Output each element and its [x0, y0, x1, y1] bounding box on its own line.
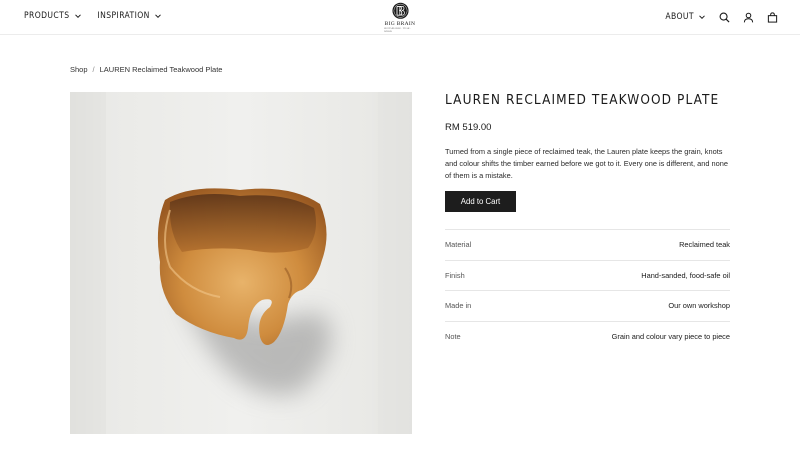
brand-logo[interactable]: BIG BRAIN SUSTAINABLE · TEAK · WOOD — [384, 2, 416, 33]
search-icon — [719, 12, 730, 23]
logo-mark-icon — [391, 2, 409, 19]
account-button[interactable] — [742, 11, 754, 23]
product-image[interactable] — [70, 92, 412, 434]
search-button[interactable] — [718, 11, 730, 23]
nav-about-label: ABOUT — [665, 12, 694, 22]
chevron-down-icon — [74, 14, 81, 19]
spec-row-finish: Finish Hand-sanded, food-safe oil — [445, 261, 730, 291]
spec-label: Note — [445, 332, 461, 342]
spec-row-note: Note Grain and colour vary piece to piec… — [445, 322, 730, 353]
logo-tagline: SUSTAINABLE · TEAK · WOOD — [384, 27, 412, 33]
spec-value: Reclaimed teak — [679, 240, 730, 250]
breadcrumb: Shop / LAUREN Reclaimed Teakwood Plate — [70, 65, 222, 74]
logo-text: BIG BRAIN — [384, 20, 416, 27]
spec-value: Grain and colour vary piece to piece — [611, 332, 730, 342]
spec-value: Our own workshop — [668, 301, 730, 311]
cart-icon — [767, 11, 777, 23]
product-specs: Material Reclaimed teak Finish Hand-sand… — [445, 229, 730, 352]
nav-products-label: PRODUCTS — [24, 11, 70, 21]
nav-products[interactable]: PRODUCTS — [24, 11, 82, 21]
product-description: Turned from a single piece of reclaimed … — [445, 147, 728, 180]
utility-nav: ABOUT — [665, 11, 778, 23]
spec-row-made-in: Made in Our own workshop — [445, 291, 730, 322]
breadcrumb-shop-link[interactable]: Shop — [70, 65, 88, 74]
spec-label: Finish — [445, 270, 465, 280]
product-title: LAUREN RECLAIMED TEAKWOOD PLATE — [445, 92, 720, 108]
spec-value: Hand-sanded, food-safe oil — [641, 270, 730, 280]
breadcrumb-separator: / — [92, 65, 95, 74]
chevron-down-icon — [154, 14, 161, 19]
nav-inspiration[interactable]: INSPIRATION — [98, 11, 162, 21]
primary-nav: PRODUCTS INSPIRATION — [24, 11, 162, 21]
chevron-down-icon — [699, 15, 705, 20]
site-header: PRODUCTS INSPIRATION BIG BRAIN SUSTAINAB… — [0, 0, 800, 35]
breadcrumb-current: LAUREN Reclaimed Teakwood Plate — [99, 65, 223, 74]
product-price: RM 519.00 — [445, 122, 492, 133]
spec-label: Material — [445, 240, 472, 250]
cart-button[interactable] — [766, 11, 778, 23]
account-icon — [743, 12, 753, 22]
spec-row-material: Material Reclaimed teak — [445, 230, 730, 261]
nav-about[interactable]: ABOUT — [665, 12, 706, 22]
teak-plate-photo — [70, 92, 412, 434]
nav-inspiration-label: INSPIRATION — [97, 11, 150, 21]
spec-label: Made in — [445, 301, 472, 311]
add-to-cart-button[interactable]: Add to Cart — [445, 191, 516, 212]
